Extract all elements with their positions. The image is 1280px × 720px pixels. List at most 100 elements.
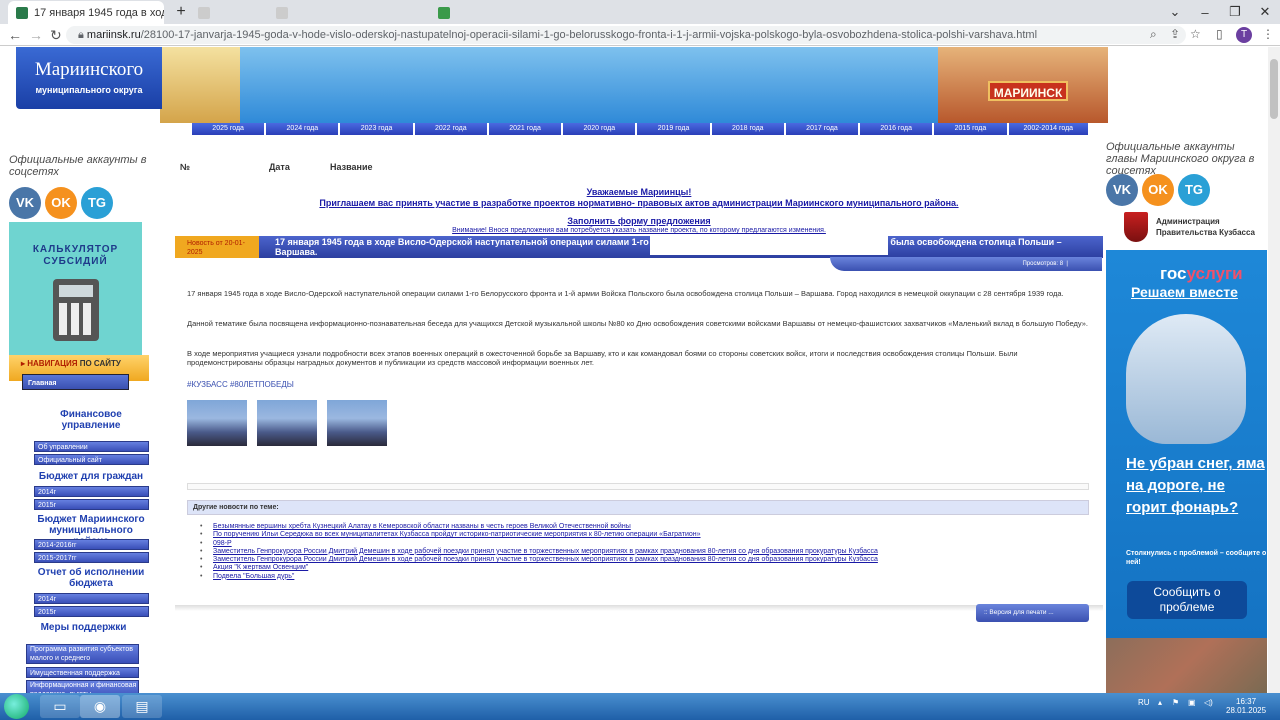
ok-icon[interactable]: OK — [1142, 174, 1174, 206]
back-icon[interactable]: ← — [8, 27, 22, 43]
related-news-link[interactable]: Акция "К жертвам Освенцим" — [200, 564, 878, 572]
nav-report-2015[interactable]: 2015г — [34, 606, 149, 617]
year-tab[interactable]: 2002-2014 года — [1008, 123, 1089, 135]
nav-section-finance[interactable]: Финансовое управление — [33, 409, 149, 431]
forward-icon[interactable]: → — [29, 27, 43, 43]
language-indicator[interactable]: RU — [1138, 698, 1150, 707]
new-tab-button[interactable]: + — [173, 4, 189, 20]
kuzbass-crest-icon — [1124, 212, 1148, 242]
zoom-icon[interactable]: ⌕ — [1150, 27, 1157, 42]
minimize-icon[interactable]: – — [1190, 5, 1220, 20]
year-tab[interactable]: 2024 года — [266, 123, 339, 135]
notice-text-link[interactable]: Приглашаем вас принять участие в разрабо… — [319, 198, 958, 208]
flag-icon[interactable]: ⚑ — [1172, 698, 1179, 707]
browser-tab-bar: 17 января 1945 года в ходе Вис ✕ + ⌄ – ❐… — [0, 0, 1280, 24]
banner-sign: МАРИИНСК — [988, 81, 1068, 101]
notice-small-link[interactable]: Внимание! Внося предложения вам потребуе… — [452, 227, 826, 234]
related-news-link[interactable]: 098-Р — [200, 540, 878, 548]
volume-icon[interactable]: ◁) — [1204, 698, 1213, 707]
article-paragraph: В ходе мероприятия учащиеся узнали подро… — [187, 349, 1018, 368]
reload-icon[interactable]: ↻ — [50, 27, 62, 44]
gallery-photo[interactable] — [327, 400, 387, 446]
related-news-link[interactable]: По поручению Ильи Середюка во всех муниц… — [200, 531, 878, 539]
scrollbar-thumb[interactable] — [1270, 59, 1278, 119]
related-news-link[interactable]: Подвела "Большая дурь" — [200, 573, 878, 581]
nav-section-support[interactable]: Меры поддержки — [26, 622, 141, 633]
year-tab[interactable]: 2021 года — [488, 123, 562, 135]
url-field[interactable]: 🔒︎ mariinsk.ru/28100-17-janvarja-1945-go… — [66, 26, 1186, 44]
year-tab[interactable]: 2015 года — [934, 123, 1007, 135]
tray-arrow-icon[interactable]: ▴ — [1158, 698, 1162, 707]
profile-avatar[interactable]: T — [1236, 27, 1252, 43]
clock[interactable]: 16:37 28.01.2025 — [1226, 697, 1266, 715]
nav-section-report[interactable]: Отчет об исполнении бюджета — [33, 567, 149, 589]
map-image — [1106, 638, 1267, 693]
gallery-photo[interactable] — [187, 400, 247, 446]
telegram-icon[interactable]: TG — [81, 187, 113, 219]
nav-program[interactable]: Программа развития субъектов малого и ср… — [26, 644, 139, 664]
chrome-icon[interactable]: ◉ — [80, 695, 120, 718]
nav-official-site[interactable]: Официальный сайт — [34, 454, 149, 465]
maximize-icon[interactable]: ❐ — [1220, 4, 1250, 20]
nav-info-support[interactable]: Информационная и финансовая поддержка, л… — [26, 680, 139, 693]
nav-budget-2015-2017[interactable]: 2015-2017гг — [34, 552, 149, 563]
tab-favicon-icon — [438, 6, 450, 19]
address-bar: ← → ↻ 🔒︎ mariinsk.ru/28100-17-janvarja-1… — [0, 24, 1280, 46]
network-icon[interactable]: ▣ — [1188, 698, 1196, 707]
close-window-icon[interactable]: ✕ — [1250, 4, 1280, 20]
site-logo[interactable]: Мариинского муниципального округа — [16, 47, 162, 109]
nav-budget-2014-2016[interactable]: 2014-2016гг — [34, 539, 149, 550]
subsidy-calculator-banner[interactable]: КАЛЬКУЛЯТОР СУБСИДИЙ — [9, 222, 142, 355]
network-app-icon[interactable]: ▤ — [122, 695, 162, 718]
tab-search-icon[interactable]: ⌄ — [1160, 4, 1190, 20]
telegram-icon[interactable]: TG — [1178, 174, 1210, 206]
notice-title-link[interactable]: Уважаемые Мариинцы! — [587, 187, 692, 197]
gosuslugi-logo: госуслуги — [1160, 264, 1243, 284]
year-tab[interactable]: 2025 года — [192, 123, 265, 135]
views-counter: Просмотров: 8 | — [830, 257, 1102, 271]
report-problem-button[interactable]: Сообщить о проблеме — [1127, 581, 1247, 619]
year-tab[interactable]: 2019 года — [637, 123, 710, 135]
browser-tab-3[interactable] — [268, 1, 428, 24]
print-version-button[interactable]: :: Версия для печати ... — [976, 604, 1089, 622]
bookmark-star-icon[interactable]: ☆ — [1190, 27, 1201, 41]
adm-text: Администрация Правительства Кузбасса — [1156, 217, 1255, 237]
related-news-link[interactable]: Заместитель Генпрокурора России Дмитрий … — [200, 548, 878, 556]
share-icon[interactable]: ⇪ — [1170, 27, 1180, 41]
year-tab[interactable]: 2018 года — [711, 123, 784, 135]
year-tab[interactable]: 2016 года — [860, 123, 933, 135]
explorer-icon[interactable]: ▭ — [40, 695, 80, 718]
redacted-area — [650, 235, 888, 255]
news-title-bar: Новость от 20-01-2025 17 января 1945 год… — [175, 236, 1103, 258]
vk-icon[interactable]: VK — [1106, 174, 1138, 206]
nav-home[interactable]: Главная — [22, 374, 129, 390]
year-tab[interactable]: 2023 года — [340, 123, 413, 135]
nav-about[interactable]: Об управлении — [34, 441, 149, 452]
year-tab[interactable]: 2022 года — [414, 123, 487, 135]
browser-tab-2[interactable] — [190, 1, 268, 24]
menu-kebab-icon[interactable]: ⋮ — [1262, 27, 1274, 41]
page-scrollbar[interactable] — [1268, 47, 1280, 693]
year-tab[interactable]: 2020 года — [563, 123, 636, 135]
article-paragraph: Данной тематике была посвящена информаци… — [187, 319, 1088, 328]
nav-budget-2014[interactable]: 2014г — [34, 486, 149, 497]
years-nav: 2025 года 2024 года 2023 года 2022 года … — [192, 123, 1089, 135]
nav-header-b: ПО САЙТУ — [79, 359, 121, 368]
browser-tab-4[interactable] — [430, 1, 590, 24]
nav-budget-2015[interactable]: 2015г — [34, 499, 149, 510]
start-button[interactable] — [4, 694, 29, 719]
related-news-link[interactable]: Заместитель Генпрокурора России Дмитрий … — [200, 556, 878, 564]
year-tab[interactable]: 2017 года — [785, 123, 859, 135]
gosuslugi-banner[interactable]: госуслуги Решаем вместе Не убран снег, я… — [1106, 250, 1267, 693]
nav-property[interactable]: Имущественная поддержка — [26, 667, 139, 678]
side-panel-icon[interactable]: ▯ — [1216, 27, 1223, 41]
ok-icon[interactable]: OK — [45, 187, 77, 219]
kuzbass-admin-link[interactable]: Администрация Правительства Кузбасса — [1124, 212, 1266, 242]
nav-report-2014[interactable]: 2014г — [34, 593, 149, 604]
nav-section-budget[interactable]: Бюджет для граждан — [33, 471, 149, 482]
vk-icon[interactable]: VK — [9, 187, 41, 219]
browser-tab-active[interactable]: 17 января 1945 года в ходе Вис ✕ — [8, 1, 164, 24]
notice-form-link[interactable]: Заполнить форму предложения — [567, 216, 710, 226]
tab-favicon-icon — [198, 6, 210, 19]
gallery-photo[interactable] — [257, 400, 317, 446]
